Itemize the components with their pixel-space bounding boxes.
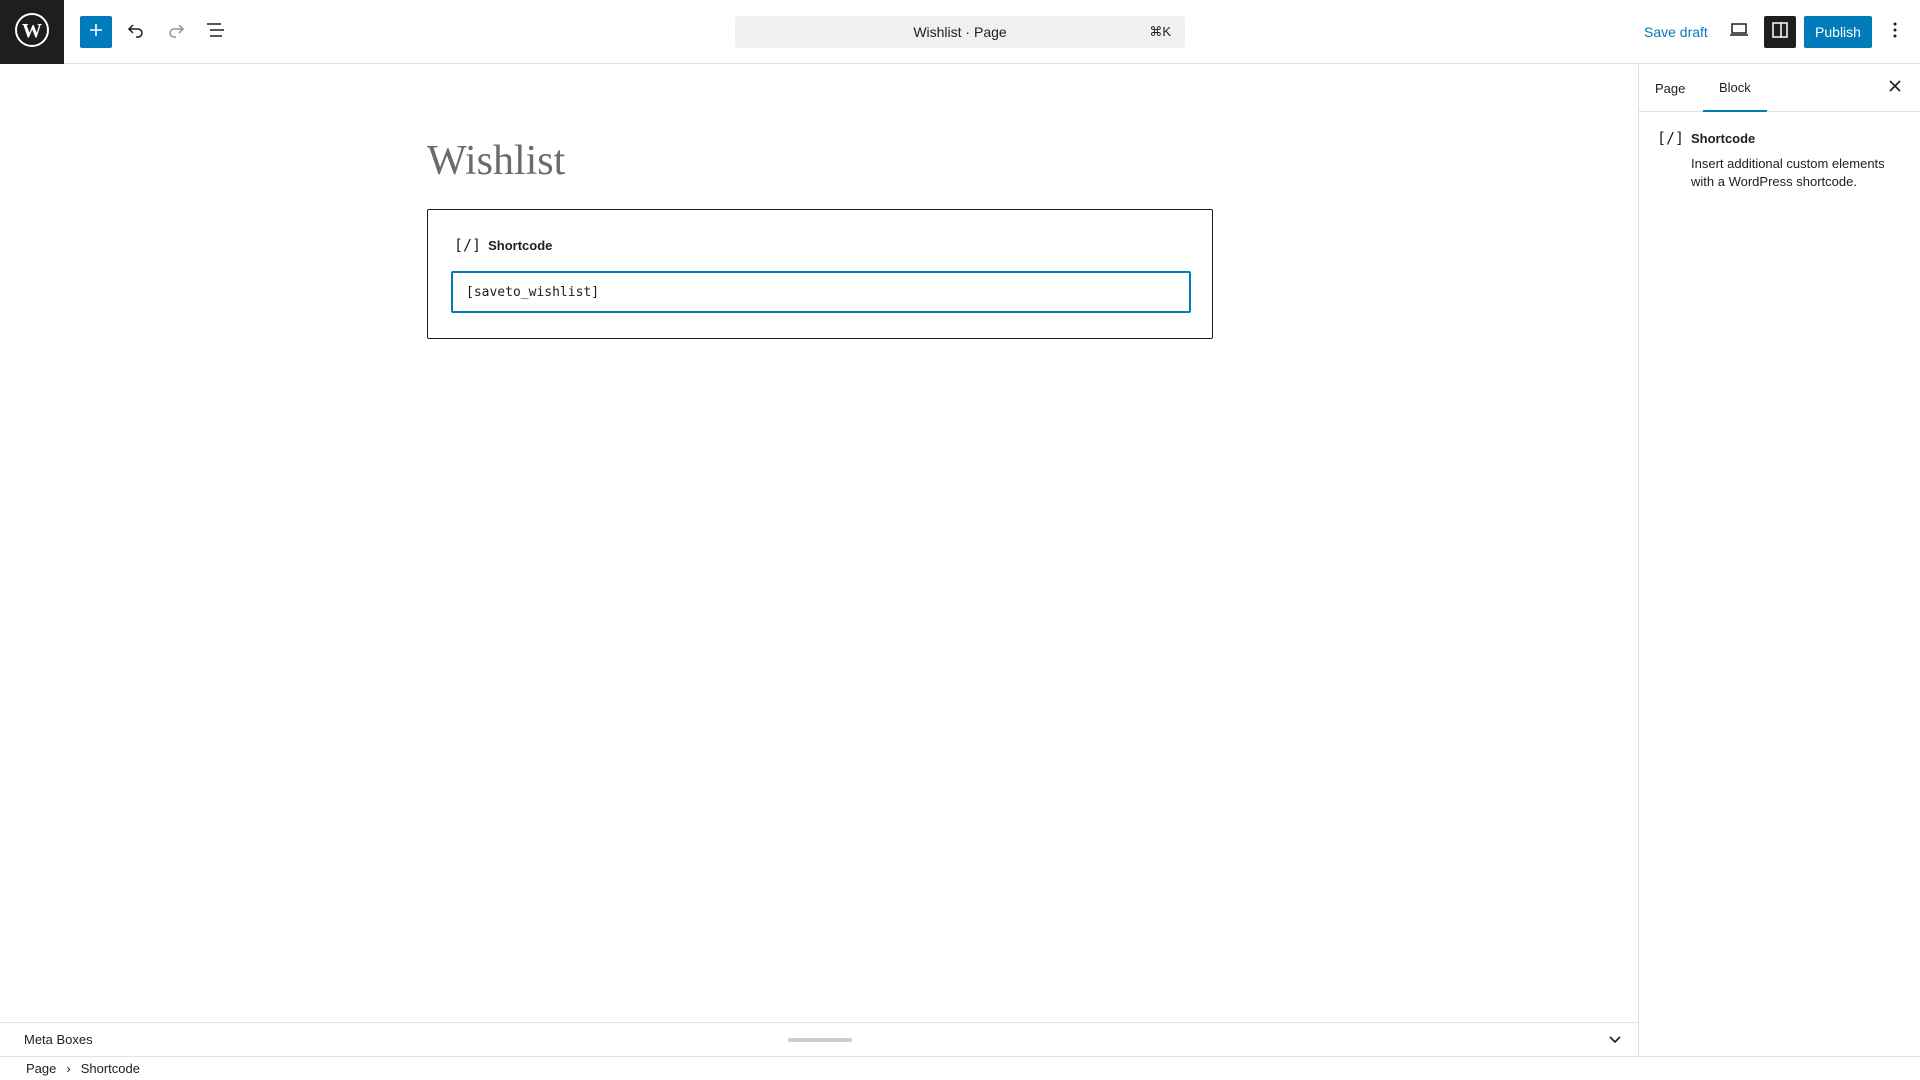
more-vertical-icon — [1893, 22, 1897, 43]
close-icon — [1889, 79, 1901, 97]
shortcode-block[interactable]: [/] Shortcode [saveto_wishlist] — [427, 209, 1213, 339]
document-title: Wishlist · Page — [913, 24, 1007, 40]
wordpress-logo-icon: W — [14, 12, 50, 53]
settings-toggle-button[interactable] — [1764, 16, 1796, 48]
resize-handle[interactable] — [788, 1038, 852, 1042]
close-sidebar-button[interactable] — [1880, 73, 1910, 103]
chevron-down-icon — [1608, 1031, 1622, 1049]
wordpress-logo-button[interactable]: W — [0, 0, 64, 64]
sidebar-toggle-icon — [1771, 21, 1789, 44]
meta-boxes-title[interactable]: Meta Boxes — [24, 1032, 93, 1047]
block-label-text: Shortcode — [488, 237, 553, 253]
publish-button[interactable]: Publish — [1804, 16, 1872, 48]
chevron-right-icon: › — [66, 1061, 71, 1076]
editor-header: W Wishlist · Page ⌘K Save draft Publish — [0, 0, 1920, 64]
command-palette-bar[interactable]: Wishlist · Page ⌘K — [735, 16, 1185, 48]
breadcrumb: Page › Shortcode — [0, 1056, 1920, 1080]
preview-button[interactable] — [1723, 16, 1755, 48]
editor-canvas[interactable]: Wishlist [/] Shortcode [saveto_wishlist] — [0, 65, 1638, 1022]
breadcrumb-item-page[interactable]: Page — [26, 1061, 56, 1076]
undo-icon — [127, 21, 145, 44]
shortcode-icon: [/] — [1657, 129, 1685, 147]
svg-text:W: W — [22, 20, 42, 42]
tab-block[interactable]: Block — [1703, 65, 1767, 112]
post-title[interactable]: Wishlist — [427, 137, 565, 185]
meta-boxes-panel: Meta Boxes — [0, 1022, 1638, 1056]
breadcrumb-item-shortcode[interactable]: Shortcode — [81, 1061, 140, 1076]
settings-sidebar: Page Block [/] Shortcode Insert addition… — [1638, 65, 1920, 1056]
options-menu-button[interactable] — [1879, 16, 1911, 48]
block-inserter-button[interactable] — [80, 16, 112, 48]
block-label: [/] Shortcode — [454, 236, 552, 254]
shortcode-input[interactable]: [saveto_wishlist] — [451, 271, 1191, 313]
shortcode-icon: [/] — [454, 236, 482, 254]
list-view-icon — [206, 22, 226, 43]
block-card-description: Insert additional custom elements with a… — [1691, 156, 1885, 189]
redo-button[interactable] — [160, 16, 192, 48]
save-draft-button[interactable]: Save draft — [1636, 16, 1716, 48]
document-overview-button[interactable] — [200, 16, 232, 48]
block-card-title: Shortcode — [1691, 131, 1756, 146]
desktop-preview-icon — [1729, 22, 1749, 43]
redo-icon — [167, 21, 185, 44]
sidebar-tabs: Page Block — [1639, 65, 1920, 112]
meta-boxes-toggle[interactable] — [1606, 1031, 1624, 1049]
plus-icon — [88, 22, 104, 43]
undo-button[interactable] — [120, 16, 152, 48]
tab-page[interactable]: Page — [1655, 65, 1685, 112]
command-shortcut: ⌘K — [1149, 24, 1171, 39]
